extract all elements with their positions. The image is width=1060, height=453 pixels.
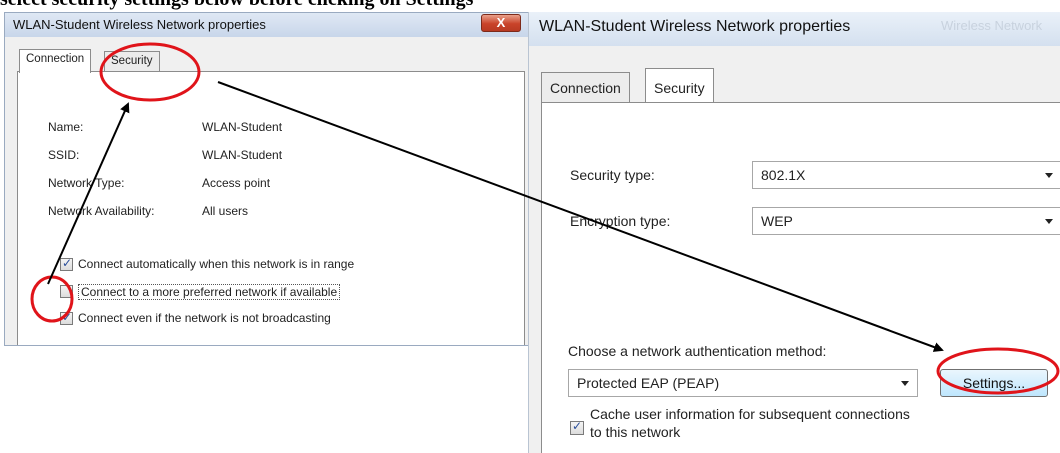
tab-security[interactable]: Security	[104, 51, 160, 71]
left-properties-dialog: WLAN-Student Wireless Network properties…	[4, 12, 530, 346]
ssid-value: WLAN-Student	[202, 148, 283, 162]
cache-user-info-label-line2: to this network	[590, 424, 681, 440]
connect-not-broadcasting-label: Connect even if the network is not broad…	[78, 311, 331, 325]
ssid-label: SSID:	[48, 148, 80, 162]
dropdown-arrow-icon	[1045, 173, 1053, 178]
instruction-caption: select security settings below before cl…	[0, 0, 1060, 10]
auth-method-dropdown[interactable]: Protected EAP (PEAP)	[568, 369, 918, 397]
checkmark-icon: ✓	[62, 310, 73, 324]
close-icon: X	[496, 15, 506, 30]
security-type-value: 802.1X	[761, 167, 806, 183]
network-type-value: Access point	[202, 176, 271, 190]
left-title-bar: WLAN-Student Wireless Network properties…	[5, 13, 529, 37]
auth-method-label: Choose a network authentication method:	[568, 343, 827, 359]
tab-security-label: Security	[654, 80, 705, 96]
left-dialog-client: Connection Security Name: WLAN-Student S…	[5, 37, 529, 345]
encryption-type-value: WEP	[761, 213, 793, 229]
security-panel: Security type: 802.1X Encryption type: W…	[541, 102, 1060, 453]
checkmark-icon: ✓	[572, 419, 583, 433]
left-dialog-title: WLAN-Student Wireless Network properties	[13, 17, 266, 32]
tab-security[interactable]: Security	[645, 68, 714, 102]
connect-not-broadcasting-checkbox[interactable]: ✓	[60, 310, 73, 325]
background-window-title: Wireless Network	[941, 18, 1043, 33]
right-title-bar: WLAN-Student Wireless Network properties…	[529, 12, 1060, 46]
name-value: WLAN-Student	[202, 120, 283, 134]
security-type-dropdown[interactable]: 802.1X	[752, 161, 1060, 189]
tab-connection-label: Connection	[550, 80, 621, 96]
connection-panel: Name: WLAN-Student SSID: WLAN-Student Ne…	[17, 71, 525, 345]
tab-connection[interactable]: Connection	[19, 49, 92, 73]
connect-automatically-checkbox[interactable]: ✓	[60, 256, 73, 271]
cache-user-info-label-line1: Cache user information for subsequent co…	[590, 406, 910, 422]
tab-security-label: Security	[111, 55, 153, 67]
network-availability-value: All users	[202, 204, 249, 218]
network-availability-label: Network Availability:	[48, 204, 155, 218]
dropdown-arrow-icon	[1045, 219, 1053, 224]
auth-method-value: Protected EAP (PEAP)	[577, 375, 720, 391]
connect-automatically-label: Connect automatically when this network …	[78, 257, 355, 271]
connect-preferred-network-label: Connect to a more preferred network if a…	[78, 284, 341, 300]
checkmark-icon: ✓	[62, 256, 73, 270]
tab-connection-label: Connection	[26, 53, 85, 65]
name-label: Name:	[48, 120, 84, 134]
dropdown-arrow-icon	[901, 381, 909, 386]
encryption-type-dropdown[interactable]: WEP	[752, 207, 1060, 235]
close-button[interactable]: X	[481, 14, 521, 32]
encryption-type-label: Encryption type:	[570, 213, 671, 229]
settings-button[interactable]: Settings...	[940, 369, 1048, 397]
cache-user-info-checkbox[interactable]: ✓	[570, 419, 584, 435]
connect-preferred-network-checkbox[interactable]	[60, 285, 73, 298]
network-type-label: Network Type:	[48, 176, 125, 190]
tab-connection[interactable]: Connection	[541, 72, 630, 102]
security-type-label: Security type:	[570, 167, 655, 183]
right-dialog-title: WLAN-Student Wireless Network properties	[539, 18, 851, 35]
right-properties-dialog: WLAN-Student Wireless Network properties…	[528, 12, 1060, 453]
